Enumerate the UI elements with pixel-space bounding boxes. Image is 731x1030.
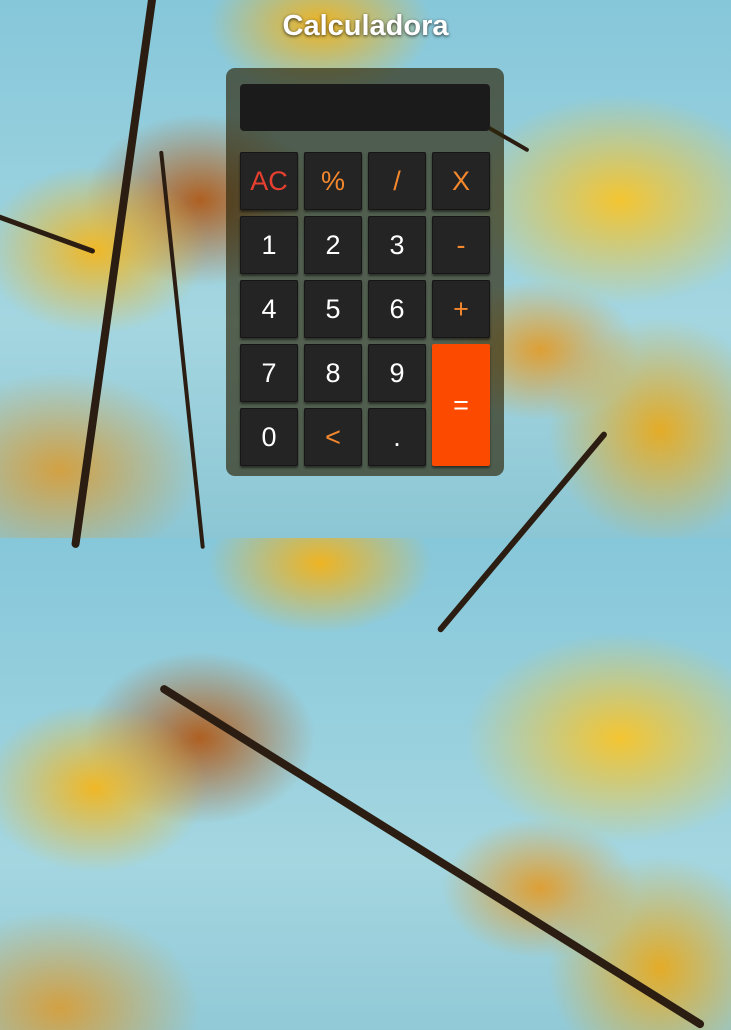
branch (71, 0, 157, 549)
digit-6-button[interactable]: 6 (368, 280, 426, 338)
backspace-button[interactable]: < (304, 408, 362, 466)
plus-button[interactable]: + (432, 280, 490, 338)
branch (0, 181, 96, 255)
digit-5-button[interactable]: 5 (304, 280, 362, 338)
calculator-display (240, 84, 490, 131)
digit-4-button[interactable]: 4 (240, 280, 298, 338)
multiply-button[interactable]: X (432, 152, 490, 210)
decimal-button[interactable]: . (368, 408, 426, 466)
calculator-panel: AC % / X 1 2 3 - 4 5 6 + 7 8 9 = 0 < . (226, 68, 504, 476)
digit-2-button[interactable]: 2 (304, 216, 362, 274)
clear-button[interactable]: AC (240, 152, 298, 210)
digit-1-button[interactable]: 1 (240, 216, 298, 274)
minus-button[interactable]: - (432, 216, 490, 274)
percent-button[interactable]: % (304, 152, 362, 210)
app-title: Calculadora (282, 10, 449, 42)
branch (158, 683, 706, 1030)
digit-8-button[interactable]: 8 (304, 344, 362, 402)
digit-7-button[interactable]: 7 (240, 344, 298, 402)
digit-9-button[interactable]: 9 (368, 344, 426, 402)
branch (159, 150, 205, 549)
digit-0-button[interactable]: 0 (240, 408, 298, 466)
divide-button[interactable]: / (368, 152, 426, 210)
digit-3-button[interactable]: 3 (368, 216, 426, 274)
equals-button[interactable]: = (432, 344, 490, 466)
